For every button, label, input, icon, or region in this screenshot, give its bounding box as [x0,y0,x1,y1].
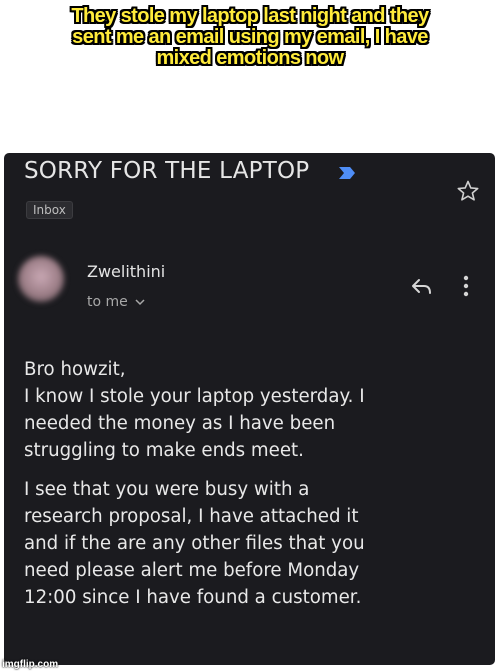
email-body: Bro howzit, I know I stole your laptop y… [24,356,489,611]
body-line: and if the are any other files that you [24,533,365,554]
inbox-label-chip[interactable]: Inbox [26,201,73,219]
important-marker-icon[interactable] [338,167,356,179]
caption-line-1: They stole my laptop last night and they [71,5,429,27]
recipient-details-toggle[interactable]: to me [87,294,145,310]
meme-caption: They stole my laptop last night and they… [0,6,500,69]
body-line: 12:00 since I have found a customer. [24,587,362,608]
star-icon[interactable] [456,179,480,203]
reply-icon[interactable] [410,277,432,295]
imgflip-watermark: imgflip.com [2,659,59,670]
caption-line-3: mixed emotions now [156,47,344,69]
body-line: needed the money as I have been [24,413,336,434]
meme-canvas: { "caption": { "lines": [ "They stole my… [0,0,500,671]
email-body-paragraph-2: I see that you were busy with a research… [24,476,489,611]
email-body-paragraph-1: Bro howzit, I know I stole your laptop y… [24,356,489,464]
body-line: I see that you were busy with a [24,479,310,500]
sender-name: Zwelithini [87,262,166,281]
body-line: I know I stole your laptop yesterday. I [24,386,365,407]
caption-line-2: sent me an email using my email, I have [72,26,428,48]
avatar [18,256,64,302]
body-line: Bro howzit, [24,359,126,380]
email-subject: SORRY FOR THE LAPTOP [24,158,310,184]
email-screenshot: SORRY FOR THE LAPTOP Inbox Zwelithini to… [4,153,495,665]
body-line: struggling to make ends meet. [24,440,304,461]
body-line: need please alert me before Monday [24,560,360,581]
body-line: research proposal, I have attached it [24,506,359,527]
more-vert-icon[interactable] [462,275,470,297]
chevron-down-icon [135,299,145,306]
recipient-label: to me [87,294,128,310]
